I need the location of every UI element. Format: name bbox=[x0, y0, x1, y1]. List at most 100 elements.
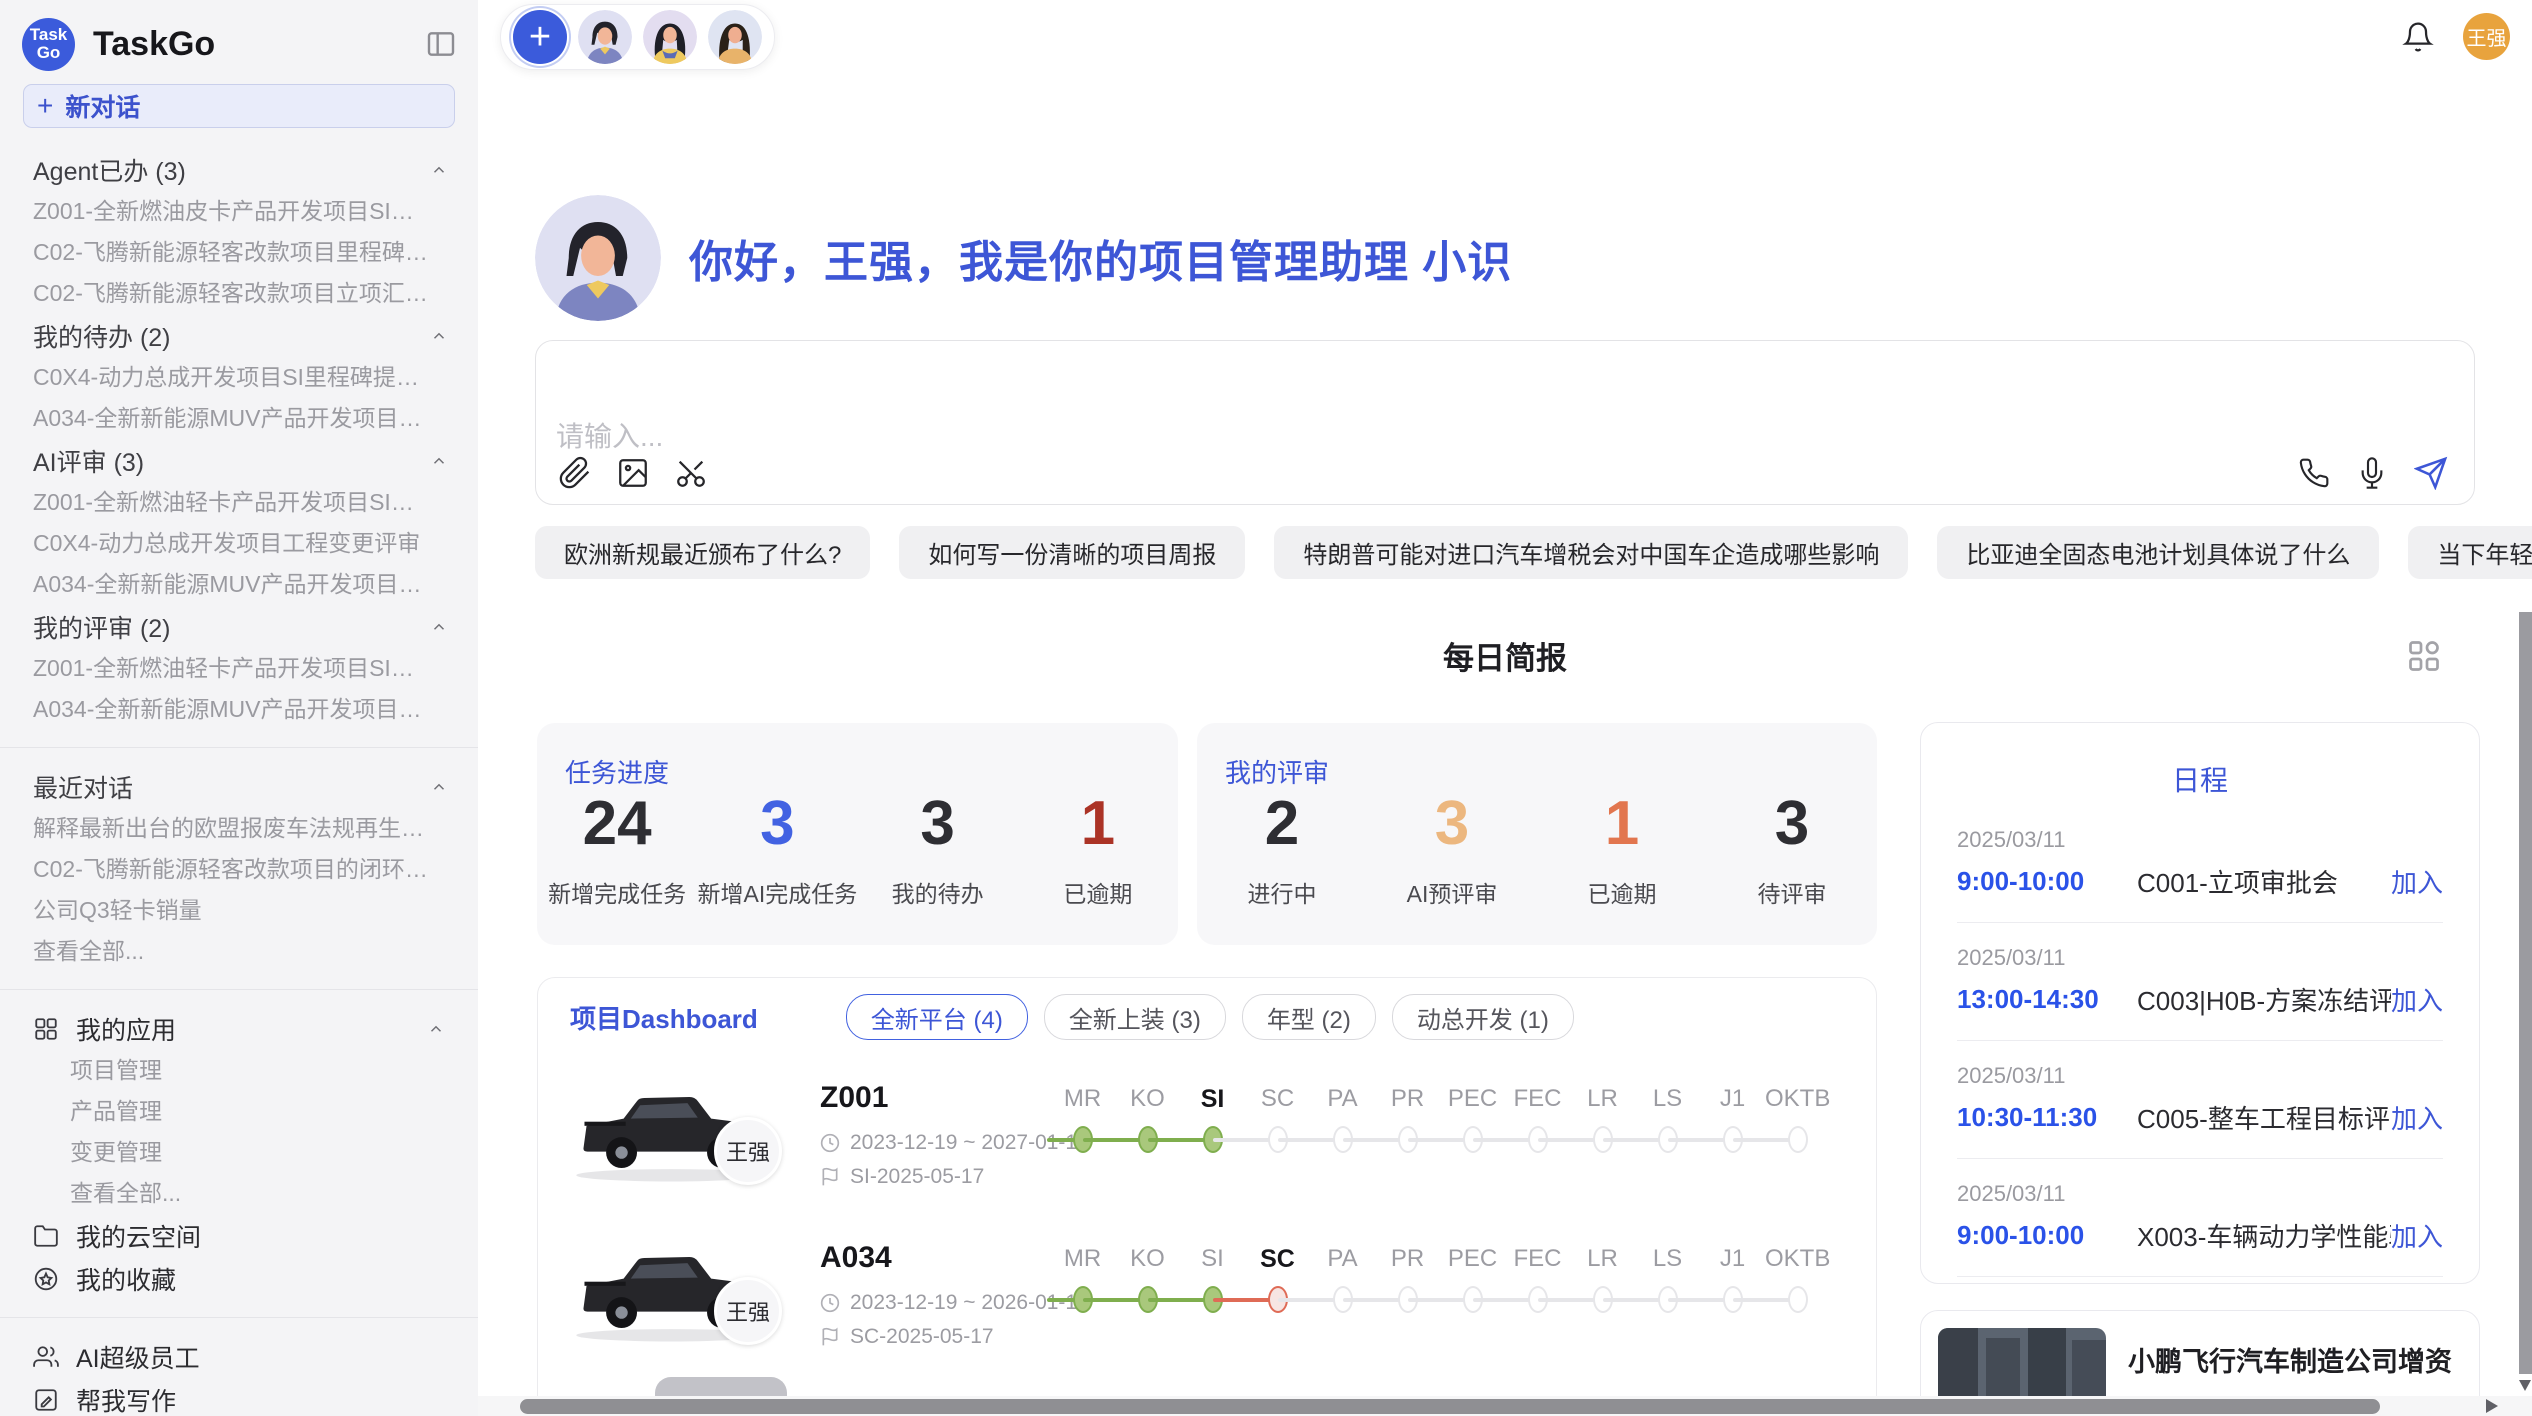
stat-label: AI预评审 bbox=[1367, 875, 1537, 909]
schedule-name: C005-整车工程目标评审 bbox=[2137, 1099, 2391, 1136]
join-meeting-button[interactable]: 加入 bbox=[2391, 1217, 2443, 1254]
sidebar-collapse-button[interactable] bbox=[424, 28, 458, 60]
sidebar-item-cloud-space[interactable]: 我的云空间 bbox=[0, 1214, 478, 1257]
schedule-divider bbox=[1957, 1040, 2443, 1041]
sidebar-item[interactable]: A034-全新新能源MUV产品开发项目计划变更表编写 bbox=[0, 398, 478, 439]
assistant-avatar bbox=[535, 195, 661, 321]
voice-call-button[interactable] bbox=[2298, 457, 2330, 489]
panel-toggle-icon bbox=[424, 28, 458, 60]
sidebar-section-my-review[interactable]: 我的评审 (2) bbox=[0, 605, 478, 648]
join-meeting-button[interactable]: 加入 bbox=[2391, 1099, 2443, 1136]
sidebar-section-my-todo[interactable]: 我的待办 (2) bbox=[0, 314, 478, 357]
agent-avatar[interactable] bbox=[643, 10, 697, 64]
suggestion-chip[interactable]: 比亚迪全固态电池计划具体说了什么 bbox=[1937, 526, 2379, 579]
screenshot-button[interactable] bbox=[674, 456, 708, 490]
sidebar-subitem-change-mgmt[interactable]: 变更管理 bbox=[0, 1132, 478, 1173]
sidebar-item-recent[interactable]: 公司Q3轻卡销量 bbox=[0, 890, 478, 931]
dashboard-tabs: 全新平台 (4) 全新上装 (3) 年型 (2) 动总开发 (1) bbox=[846, 994, 1574, 1040]
horizontal-scroll-thumb[interactable] bbox=[520, 1399, 2380, 1414]
sidebar-item[interactable]: C02-飞腾新能源轻客改款项目立项汇报方案 bbox=[0, 273, 478, 314]
stat[interactable]: 24新增完成任务 bbox=[537, 789, 697, 909]
sidebar-item[interactable]: C0X4-动力总成开发项目工程变更评审 bbox=[0, 523, 478, 564]
scroll-down-arrow[interactable] bbox=[2519, 1380, 2531, 1391]
milestone-label: PA bbox=[1310, 1085, 1375, 1114]
sidebar-item-ai-super-staff[interactable]: AI超级员工 bbox=[0, 1335, 478, 1378]
milestone-label: SI bbox=[1180, 1245, 1245, 1274]
sidebar-item[interactable]: C02-飞腾新能源轻客改款项目里程碑画布 bbox=[0, 232, 478, 273]
sidebar-item-view-all[interactable]: 查看全部... bbox=[0, 931, 478, 972]
stat-value: 3 bbox=[858, 789, 1018, 859]
sidebar-item-recent[interactable]: 解释最新出台的欧盟报废车法规再生塑料比例被调至15%... bbox=[0, 808, 478, 849]
tab-model-year[interactable]: 年型 (2) bbox=[1242, 994, 1376, 1040]
my-apps-label: 我的应用 bbox=[76, 1011, 176, 1047]
tab-all-new-platform[interactable]: 全新平台 (4) bbox=[846, 994, 1028, 1040]
stat[interactable]: 3我的待办 bbox=[858, 789, 1018, 909]
project-row[interactable]: 王强 A034 2023-12-19 ~ 2026-01-19 SC-2025-… bbox=[538, 1239, 1876, 1399]
join-meeting-button[interactable]: 加入 bbox=[2391, 981, 2443, 1018]
microphone-button[interactable] bbox=[2356, 457, 2388, 489]
schedule-time: 9:00-10:00 bbox=[1957, 1220, 2137, 1251]
sidebar-subitem-view-all[interactable]: 查看全部... bbox=[0, 1173, 478, 1214]
project-row[interactable]: 王强 Z001 2023-12-19 ~ 2027-01-19 SI-2025-… bbox=[538, 1079, 1876, 1239]
milestone-label: MR bbox=[1050, 1245, 1115, 1274]
attach-file-button[interactable] bbox=[558, 456, 592, 490]
stat[interactable]: 3新增AI完成任务 bbox=[697, 789, 857, 909]
sidebar-item[interactable]: A034-全新新能源MUV产品开发项目造型可行性评审 bbox=[0, 689, 478, 730]
sidebar-item[interactable]: A034-全新新能源MUV产品开发项目法规符合性评审 bbox=[0, 564, 478, 605]
vertical-scroll-thumb[interactable] bbox=[2519, 612, 2532, 1374]
attach-image-button[interactable] bbox=[616, 456, 650, 490]
sidebar-section-ai-review[interactable]: AI评审 (3) bbox=[0, 439, 478, 482]
sidebar-item[interactable]: C0X4-动力总成开发项目SI里程碑提交物检查 bbox=[0, 357, 478, 398]
tab-new-body[interactable]: 全新上装 (3) bbox=[1044, 994, 1226, 1040]
notification-bell-button[interactable] bbox=[2396, 20, 2440, 54]
card-title: 我的评审 bbox=[1225, 753, 1329, 790]
vertical-scrollbar[interactable] bbox=[2519, 612, 2532, 1396]
sidebar-section-recent-chats[interactable]: 最近对话 bbox=[0, 765, 478, 808]
avatar-woman-illustration bbox=[708, 10, 762, 64]
stat-value: 1 bbox=[1018, 789, 1178, 859]
stat[interactable]: 3待评审 bbox=[1707, 789, 1877, 909]
chevron-up-icon bbox=[430, 161, 448, 179]
star-badge-icon bbox=[33, 1266, 59, 1292]
sidebar-item[interactable]: Z001-全新燃油轻卡产品开发项目SI节点属性5D文件评审 bbox=[0, 648, 478, 689]
sidebar-subitem-project-mgmt[interactable]: 项目管理 bbox=[0, 1050, 478, 1091]
stat[interactable]: 2进行中 bbox=[1197, 789, 1367, 909]
image-icon bbox=[616, 456, 650, 490]
add-agent-button[interactable]: + bbox=[513, 10, 567, 64]
sidebar-item-my-apps[interactable]: 我的应用 bbox=[0, 1007, 478, 1050]
suggestion-chip[interactable]: 当下年轻人对汽车外观有怎样的喜好趋势 bbox=[2408, 526, 2532, 579]
join-meeting-button[interactable]: 加入 bbox=[2391, 863, 2443, 900]
sidebar-item[interactable]: Z001-全新燃油轻卡产品开发项目SI造型提交物评审 bbox=[0, 482, 478, 523]
sidebar-item-favorites[interactable]: 我的收藏 bbox=[0, 1257, 478, 1300]
owner-name: 王强 bbox=[726, 1135, 770, 1167]
suggestion-chip[interactable]: 如何写一份清晰的项目周报 bbox=[899, 526, 1245, 579]
sidebar-item-help-write[interactable]: 帮我写作 bbox=[0, 1378, 478, 1416]
agent-avatar[interactable] bbox=[708, 10, 762, 64]
stat[interactable]: 3AI预评审 bbox=[1367, 789, 1537, 909]
stat[interactable]: 1已逾期 bbox=[1537, 789, 1707, 909]
users-icon bbox=[33, 1344, 59, 1370]
suggestion-chip[interactable]: 特朗普可能对进口汽车增税会对中国车企造成哪些影响 bbox=[1274, 526, 1908, 579]
user-avatar[interactable]: 王强 bbox=[2463, 13, 2510, 60]
tab-powertrain-dev[interactable]: 动总开发 (1) bbox=[1392, 994, 1574, 1040]
sidebar-subitem-product-mgmt[interactable]: 产品管理 bbox=[0, 1091, 478, 1132]
chat-input[interactable] bbox=[536, 341, 1956, 525]
new-chat-button[interactable]: + 新对话 bbox=[23, 84, 455, 128]
horizontal-scrollbar[interactable] bbox=[478, 1396, 2532, 1416]
briefing-layout-button[interactable] bbox=[2406, 638, 2442, 674]
sidebar-section-agent-done[interactable]: Agent已办 (3) bbox=[0, 148, 478, 191]
stat[interactable]: 1已逾期 bbox=[1018, 789, 1178, 909]
suggestion-chip[interactable]: 欧洲新规最近颁布了什么? bbox=[535, 526, 870, 579]
milestone-labels: MRKOSISCPAPRPECFECLRLSJ1OKTB bbox=[1050, 1245, 1840, 1274]
milestone-dots bbox=[1050, 1283, 1840, 1319]
milestone-label: OKTB bbox=[1765, 1245, 1830, 1274]
project-code: Z001 bbox=[820, 1081, 888, 1115]
sidebar-item[interactable]: Z001-全新燃油皮卡产品开发项目SI节点Lesson Learn报告 bbox=[0, 191, 478, 232]
main-area: + 王强 你好，王强，我是你的项目管理助理 小识 bbox=[478, 0, 2532, 1416]
sidebar-item-recent[interactable]: C02-飞腾新能源轻客改款项目的闭环通告反馈情况 bbox=[0, 849, 478, 890]
agent-avatar[interactable] bbox=[578, 10, 632, 64]
scroll-right-arrow[interactable] bbox=[2486, 1399, 2498, 1413]
task-progress-card: 任务进度 24新增完成任务 3新增AI完成任务 3我的待办 1已逾期 bbox=[537, 723, 1178, 945]
schedule-list: 2025/03/11 9:00-10:00 C001-立项审批会 加入 2025… bbox=[1957, 827, 2443, 1277]
send-button[interactable] bbox=[2414, 456, 2448, 490]
